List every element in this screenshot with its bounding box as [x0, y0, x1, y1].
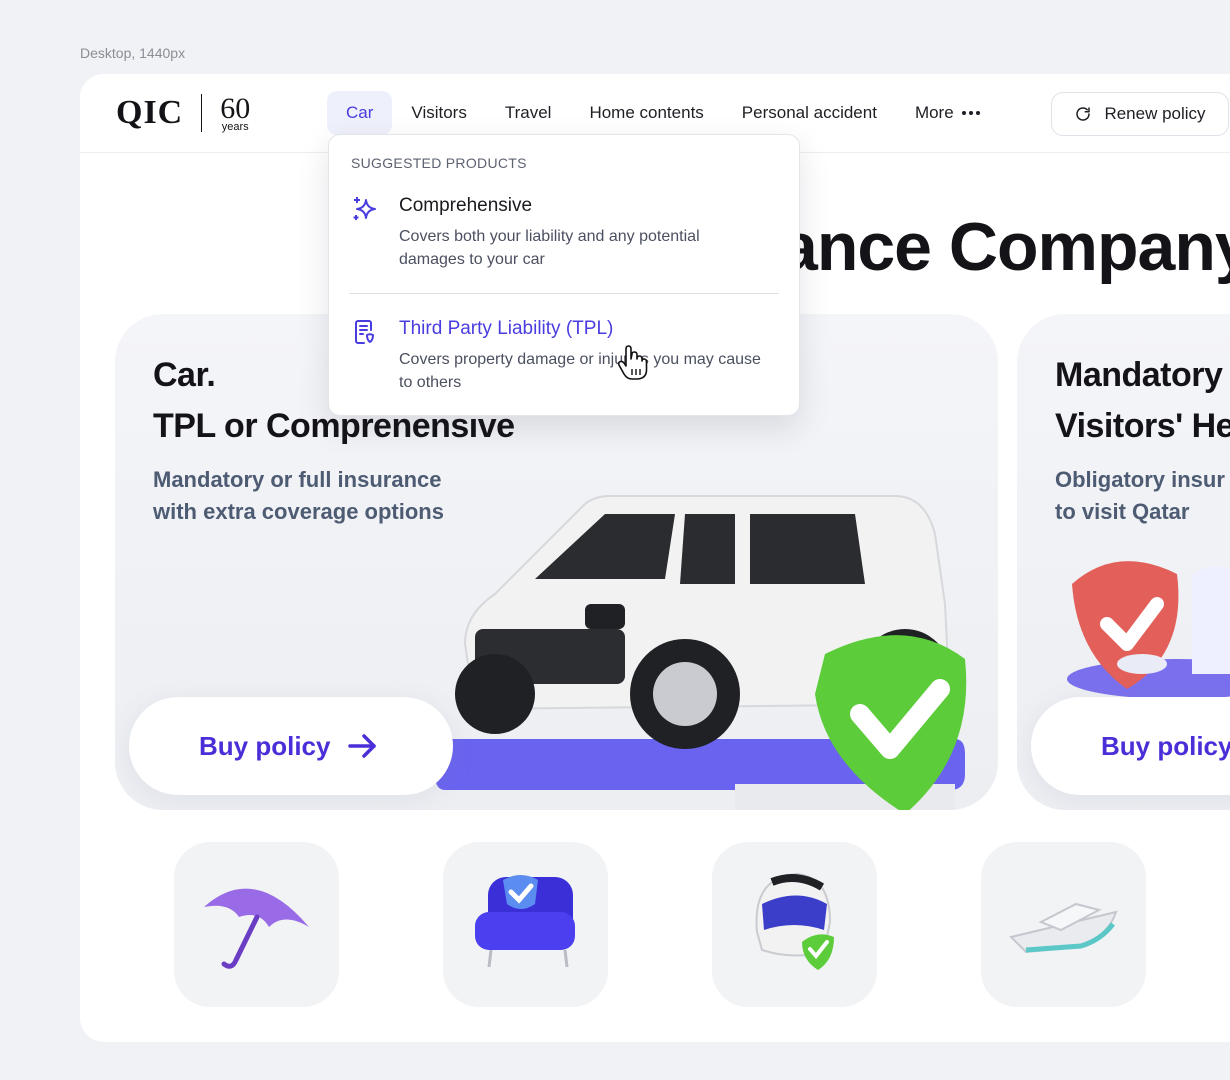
card-title: Mandatory Visitors' He — [1055, 350, 1230, 452]
card-title-line1: Mandatory — [1055, 356, 1223, 394]
nav-item-more[interactable]: More — [896, 91, 999, 135]
car-window — [680, 514, 735, 584]
armchair-icon — [475, 875, 575, 968]
umbrella-tile[interactable] — [174, 842, 339, 1007]
dropdown-item-title: Comprehensive — [399, 195, 533, 216]
nav-item-home-contents[interactable]: Home contents — [570, 91, 722, 135]
car-products-dropdown: SUGGESTED PRODUCTS Comprehensive Covers … — [328, 134, 800, 416]
visitors-insurance-card[interactable]: Mandatory Visitors' He Obligatory insur … — [1017, 314, 1230, 810]
yacht-icon — [1009, 902, 1118, 954]
renew-policy-label: Renew policy — [1104, 104, 1206, 123]
buy-policy-label: Buy policy — [199, 730, 331, 761]
hand-pointer-cursor-icon — [617, 345, 648, 380]
yacht-tile[interactable] — [981, 842, 1146, 1007]
car-wheel — [455, 654, 535, 734]
car-window — [750, 514, 865, 584]
renew-policy-button[interactable]: Renew policy — [1051, 92, 1229, 136]
nav-more-label: More — [914, 103, 954, 122]
car-headlight — [585, 604, 625, 629]
card-subtitle: Mandatory or full insurance with extra c… — [153, 464, 444, 528]
anniversary-number: 60 — [220, 91, 251, 125]
nav-item-visitors[interactable]: Visitors — [392, 91, 485, 135]
card-subtitle-line1: Mandatory or full insurance — [153, 467, 442, 492]
dropdown-heading: SUGGESTED PRODUCTS — [351, 155, 527, 171]
qic-logo[interactable]: QIC 60 years — [116, 92, 250, 134]
dropdown-item-description: Covers both your liability and any poten… — [399, 228, 700, 268]
card-subtitle-line1: Obligatory insur — [1055, 467, 1225, 492]
more-dots-icon — [961, 111, 980, 115]
buy-policy-button[interactable]: Buy policy — [1031, 697, 1230, 795]
armchair-tile[interactable] — [443, 842, 608, 1007]
anniversary-mark: 60 years — [220, 91, 251, 133]
card-title-line2: Visitors' He — [1055, 407, 1230, 445]
card-subtitle-line2: with extra coverage options — [153, 499, 444, 524]
dropdown-divider — [349, 293, 779, 294]
dropdown-item-title: Third Party Liability (TPL) — [399, 318, 614, 339]
document-shield-icon — [355, 320, 374, 344]
card-subtitle-line2: to visit Qatar — [1055, 499, 1190, 524]
nav-item-travel[interactable]: Travel — [486, 91, 571, 135]
logo-wordmark: QIC — [116, 94, 184, 131]
red-shield-teapot-illustration — [1067, 561, 1230, 699]
helmet-tile[interactable] — [712, 842, 877, 1007]
canvas-label: Desktop, 1440px — [80, 45, 186, 61]
nav-item-personal-accident[interactable]: Personal accident — [723, 91, 896, 135]
main-nav: Car Visitors Travel Home contents Person… — [327, 91, 999, 135]
hero-title-visible: ance Company — [780, 209, 1230, 285]
buy-policy-label: Buy policy — [1101, 730, 1230, 761]
buy-policy-button[interactable]: Buy policy — [129, 697, 453, 795]
sparkle-icon — [353, 197, 376, 220]
anniversary-word: years — [221, 120, 249, 133]
dropdown-item-description: Covers property damage or injuries you m… — [399, 351, 761, 391]
umbrella-icon — [204, 888, 309, 969]
card-subtitle: Obligatory insur to visit Qatar — [1055, 464, 1225, 528]
logo-divider — [201, 94, 203, 132]
nav-item-car[interactable]: Car — [327, 91, 393, 135]
car-with-shield-illustration — [435, 495, 967, 810]
helmet-icon — [755, 872, 834, 970]
car-rim — [653, 662, 717, 726]
refresh-icon — [1076, 107, 1091, 121]
arrow-right-icon — [348, 734, 377, 758]
